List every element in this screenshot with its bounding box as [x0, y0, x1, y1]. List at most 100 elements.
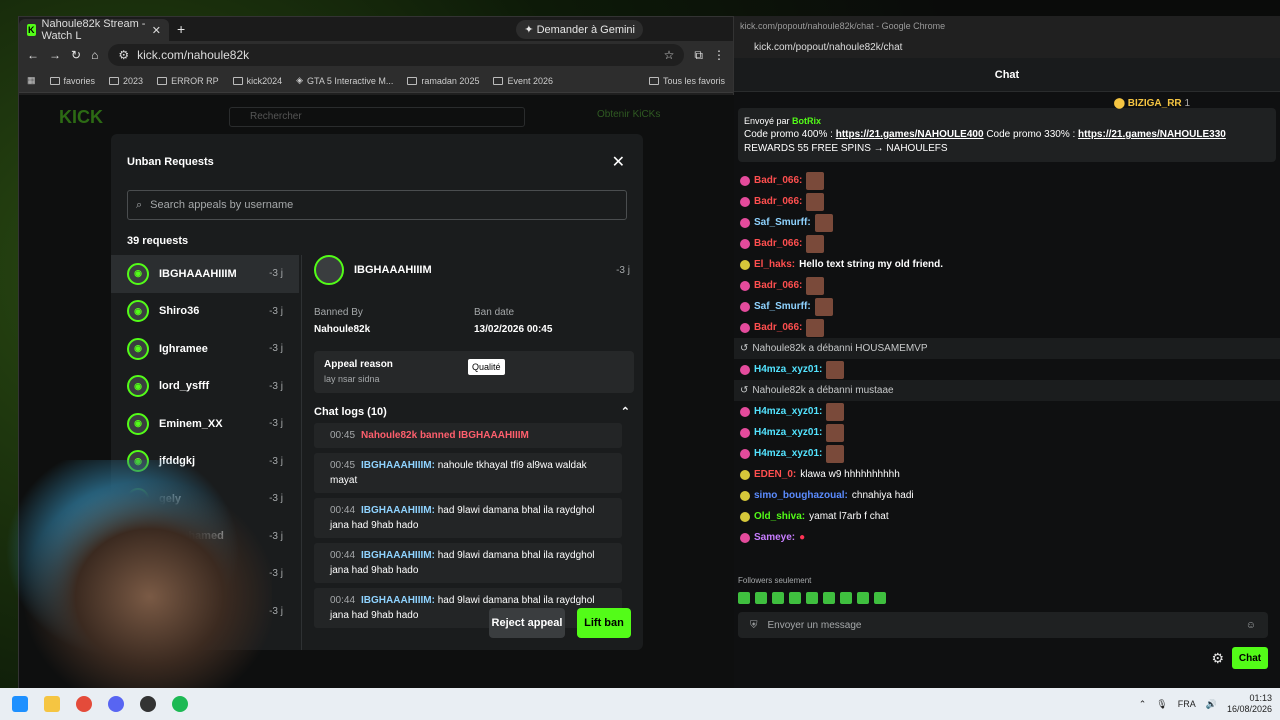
menu-icon[interactable]: ⋮	[713, 48, 725, 62]
emote	[806, 192, 825, 211]
chat-message: El_haks: Hello text string my old friend.	[734, 254, 1280, 275]
emote-icon[interactable]	[772, 592, 784, 604]
bookmark-link[interactable]: ◈ GTA 5 Interactive M...	[296, 75, 393, 86]
chat-message: Old_shiva: yamat l7arb f chat	[734, 506, 1280, 527]
microphone-icon[interactable]: 🎙	[1156, 699, 1167, 710]
close-icon[interactable]: ✕	[612, 152, 625, 172]
bookmark-folder[interactable]: ERROR RP	[157, 76, 219, 86]
request-item[interactable]: ◉ IBGHAAAHIIIM -3 j	[111, 255, 299, 293]
promo-link[interactable]: https://21.games/NAHOULE330	[1078, 129, 1226, 140]
get-kicks-button[interactable]: Obtenir KiCKs	[597, 109, 660, 120]
windows-start-icon[interactable]	[12, 696, 28, 712]
chat-message: EDEN_0: klawa w9 hhhhhhhhhh	[734, 464, 1280, 485]
promo-link[interactable]: https://21.games/NAHOULE400	[836, 129, 984, 140]
system-message: ↺ Nahoule82k a débanni mustaae	[734, 380, 1280, 401]
request-item[interactable]: ◉ Shiro36 -3 j	[111, 293, 299, 331]
emote	[806, 276, 825, 295]
chrome-icon[interactable]	[76, 696, 92, 712]
request-item[interactable]: ◉ Eminem_XX -3 j	[111, 405, 299, 443]
emoji-icon: ●	[799, 532, 806, 543]
banned-by: Nahoule82k	[314, 324, 371, 335]
reject-appeal-button[interactable]: Reject appeal	[489, 608, 565, 638]
emote-icon[interactable]	[840, 592, 852, 604]
all-bookmarks[interactable]: Tous les favoris	[648, 76, 725, 86]
lift-ban-button[interactable]: Lift ban	[577, 608, 631, 638]
bookmark-folder[interactable]: ramadan 2025	[407, 76, 479, 86]
clock[interactable]: 01:13 16/08/2026	[1227, 693, 1272, 715]
log-entry: 00:44 IBGHAAAHIIIM: had 9lawi damana bhal…	[314, 588, 622, 628]
kick-logo: KICK	[59, 107, 103, 127]
chat-header: Chat	[734, 58, 1280, 92]
webcam-overlay	[0, 460, 272, 688]
back-icon[interactable]: ←	[27, 48, 39, 62]
emote	[814, 213, 833, 232]
bookmark-folder[interactable]: favories	[49, 76, 95, 86]
ban-info: Banned By Nahoule82k Ban date 13/02/2026 0…	[314, 307, 634, 335]
settings-icon[interactable]: ⚙	[1211, 650, 1224, 667]
appeal-username: IBGHAAAHIIIM	[354, 264, 432, 276]
appeal-search-input[interactable]: ⌕ Search appeals by username	[127, 190, 627, 220]
emote-icon[interactable]	[738, 592, 750, 604]
chevron-up-icon: ⌃	[620, 406, 630, 418]
appeal-reason: lay nsar sidna	[324, 374, 380, 384]
chevron-up-icon[interactable]: ⌃	[1139, 699, 1147, 710]
chat-message: simo_boughazoual: chnahiya hadi	[734, 485, 1280, 506]
log-entry: 00:44 IBGHAAAHIIIM: had 9lawi damana bhal…	[314, 498, 622, 538]
emote-icon[interactable]	[874, 592, 886, 604]
chat-message: Badr_066:	[734, 170, 1280, 191]
emote-icon[interactable]	[806, 592, 818, 604]
spotify-icon[interactable]	[172, 696, 188, 712]
bookmark-folder[interactable]: 2023	[109, 76, 143, 86]
language-indicator[interactable]: FRA	[1178, 699, 1196, 709]
chat-message: Sameye: ●	[734, 527, 1280, 548]
divider	[301, 255, 302, 650]
folder-icon	[157, 76, 168, 85]
request-item[interactable]: ◉ Ighramee -3 j	[111, 330, 299, 368]
pinned-message: Envoyé par BotRix Code promo 400% : http…	[738, 108, 1276, 162]
pin-label: Envoyé par	[744, 116, 790, 126]
extensions-icon[interactable]: ⧉	[694, 48, 703, 63]
volume-icon[interactable]: 🔊	[1206, 699, 1217, 710]
discord-icon[interactable]	[108, 696, 124, 712]
emote	[806, 318, 825, 337]
emote-bar	[738, 592, 886, 604]
forward-icon[interactable]: →	[49, 48, 61, 62]
emote	[826, 360, 845, 379]
emote-icon[interactable]	[823, 592, 835, 604]
emote	[814, 297, 833, 316]
avatar: ◉	[127, 412, 149, 435]
tab-bar: K Nahoule82k Stream - Watch L ✕ + ✦ Dema…	[19, 17, 733, 42]
folder-icon	[493, 76, 504, 85]
emote	[806, 171, 825, 190]
bookmark-folder[interactable]: Event 2026	[493, 76, 553, 86]
emote-icon[interactable]	[857, 592, 869, 604]
chat-logs-toggle[interactable]: Chat logs (10) ⌃	[314, 405, 634, 419]
request-item[interactable]: ◉ lord_ysfff -3 j	[111, 368, 299, 406]
file-explorer-icon[interactable]	[44, 696, 60, 712]
gemini-button[interactable]: ✦ Demander à Gemini	[516, 19, 643, 39]
apps-icon[interactable]: ▦	[27, 75, 36, 86]
send-chat-button[interactable]: Chat	[1232, 647, 1268, 669]
emote-icon[interactable]	[755, 592, 767, 604]
site-info-icon[interactable]: ⚙	[118, 48, 129, 62]
system-message: ↺ Nahoule82k a débanni HOUSAMEMVP	[734, 338, 1280, 359]
star-icon[interactable]: ☆	[664, 48, 675, 62]
tab-active[interactable]: K Nahoule82k Stream - Watch L ✕	[19, 18, 169, 42]
chat-message: H4mza_xyz01:	[734, 422, 1280, 443]
chat-message-input[interactable]: ⛨ Envoyer un message ☺	[738, 612, 1268, 638]
chat-messages: Badr_066: Badr_066: Saf_Smurff: Badr_066…	[734, 170, 1280, 548]
avatar: ◉	[127, 262, 149, 285]
emoji-picker-icon[interactable]: ☺	[1246, 620, 1256, 631]
home-icon[interactable]: ⌂	[91, 48, 98, 62]
url-field[interactable]: ⚙ kick.com/nahoule82k ☆	[108, 44, 685, 66]
top-gifter: ⬤ BIZIGA_RR 1	[1113, 98, 1190, 109]
close-icon[interactable]: ✕	[152, 24, 161, 37]
emote-icon[interactable]	[789, 592, 801, 604]
reload-icon[interactable]: ↻	[71, 48, 81, 62]
site-search[interactable]: Rechercher	[229, 107, 525, 127]
new-tab-icon[interactable]: +	[177, 21, 185, 37]
shield-icon: ⛨	[750, 619, 758, 631]
avatar: ◉	[127, 300, 149, 323]
bookmark-folder[interactable]: kick2024	[232, 76, 282, 86]
obs-icon[interactable]	[140, 696, 156, 712]
